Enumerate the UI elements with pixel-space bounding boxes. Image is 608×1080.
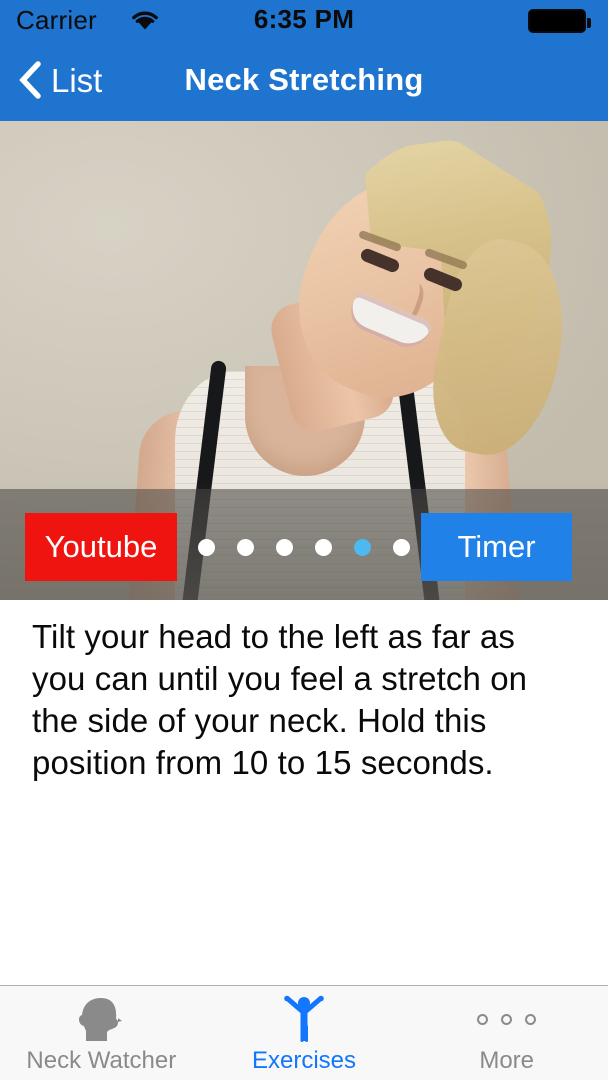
clock-label: 6:35 PM bbox=[253, 4, 355, 34]
description-panel: Tilt your head to the left as far as you… bbox=[0, 600, 608, 985]
youtube-button[interactable]: Youtube bbox=[25, 513, 177, 581]
tab-label-more: More bbox=[479, 1047, 535, 1074]
more-dots-icon bbox=[477, 995, 537, 1044]
back-button-label: List bbox=[51, 61, 103, 99]
media-control-overlay: Youtube Timer bbox=[0, 489, 608, 600]
exercise-description: Tilt your head to the left as far as you… bbox=[32, 618, 528, 781]
tab-bar: Neck Watcher Exercises More bbox=[0, 985, 608, 1080]
navigation-bar: Neck Stretching List bbox=[0, 38, 608, 121]
chevron-left-icon bbox=[18, 61, 42, 99]
tab-label-exercises: Exercises bbox=[251, 1047, 357, 1074]
page-dot[interactable] bbox=[276, 538, 293, 556]
app-screen: Carrier 6:35 PM Neck Stretching List You… bbox=[0, 0, 608, 1080]
tab-neck-watcher[interactable]: Neck Watcher bbox=[0, 986, 203, 1080]
tab-exercises[interactable]: Exercises bbox=[203, 986, 406, 1080]
page-dot[interactable] bbox=[315, 538, 332, 556]
tab-more[interactable]: More bbox=[405, 986, 608, 1080]
tab-label-neck-watcher: Neck Watcher bbox=[26, 1047, 177, 1074]
person-arms-raised-icon bbox=[278, 995, 330, 1044]
page-dot[interactable] bbox=[198, 538, 215, 556]
page-dot-active[interactable] bbox=[354, 538, 371, 556]
timer-button[interactable]: Timer bbox=[421, 513, 572, 581]
battery-full-icon bbox=[528, 9, 591, 33]
page-dot[interactable] bbox=[237, 538, 254, 556]
head-silhouette-icon bbox=[75, 995, 127, 1044]
page-dot[interactable] bbox=[393, 538, 410, 556]
status-bar: Carrier 6:35 PM bbox=[0, 0, 608, 38]
back-button[interactable]: List bbox=[10, 52, 110, 108]
